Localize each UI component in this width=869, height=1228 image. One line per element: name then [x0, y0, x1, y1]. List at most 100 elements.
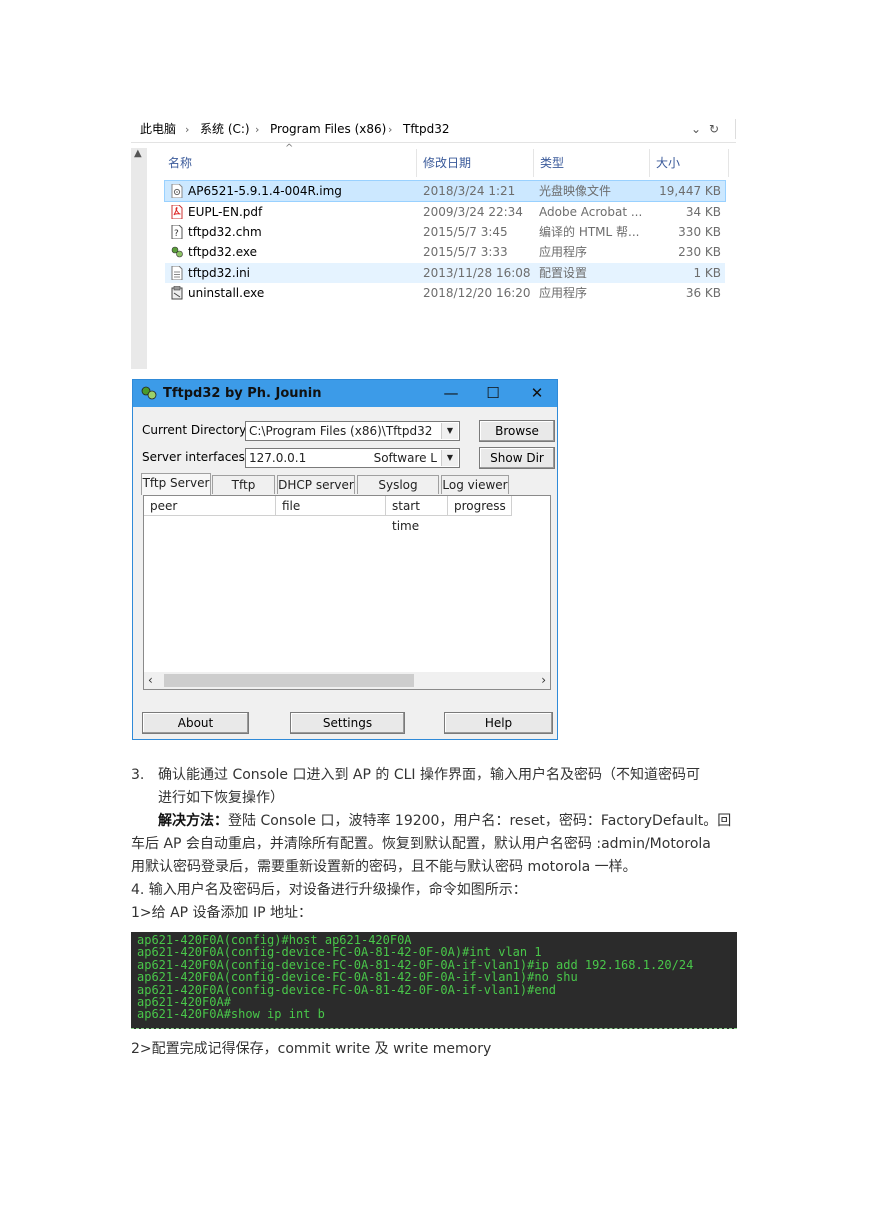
tftpd-app-icon	[141, 386, 157, 400]
file-name: AP6521-5.9.1.4-004R.img	[188, 184, 342, 198]
chevron-right-icon: ›	[185, 123, 190, 136]
chevron-right-icon: ›	[388, 123, 393, 136]
scrollbar-thumb[interactable]	[164, 674, 414, 687]
file-modified: 2015/5/7 3:33	[423, 245, 508, 259]
settings-button[interactable]: Settings	[290, 712, 405, 734]
breadcrumb-program-files[interactable]: Program Files (x86)	[270, 117, 386, 142]
dropdown-arrow-icon[interactable]: ▼	[441, 450, 458, 466]
current-directory-select[interactable]: C:\Program Files (x86)\Tftpd32 ▼	[245, 421, 460, 441]
file-type: 光盘映像文件	[539, 184, 612, 198]
server-interfaces-suffix: Software L	[373, 451, 437, 465]
file-modified: 2018/3/24 1:21	[423, 184, 516, 198]
scroll-up-icon[interactable]: ▲	[134, 148, 142, 159]
terminal-line: ap621-420F0A#show ip int b	[137, 1007, 325, 1022]
tftpd32-window: Tftpd32 by Ph. Jounin — ☐ ✕ Current Dire…	[132, 379, 558, 740]
file-modified: 2015/5/7 3:45	[423, 225, 508, 239]
help-button[interactable]: Help	[444, 712, 553, 734]
tab-tftp-server[interactable]: Tftp Server	[141, 473, 211, 495]
minimize-icon[interactable]: —	[436, 380, 466, 407]
file-row[interactable]: tftpd32.exe 2015/5/7 3:33 应用程序 230 KB	[165, 242, 725, 262]
file-modified: 2013/11/28 16:08	[423, 266, 531, 280]
window-title: Tftpd32 by Ph. Jounin	[163, 386, 322, 401]
uninstall-icon	[171, 286, 183, 300]
show-dir-button[interactable]: Show Dir	[479, 447, 555, 469]
breadcrumb-tftpd32[interactable]: Tftpd32	[403, 117, 450, 142]
solution-line1: 解决方法：登陆 Console 口，波特率 19200，用户名：reset，密码…	[158, 813, 732, 829]
file-explorer: 此电脑 › 系统 (C:) › Program Files (x86) › Tf…	[131, 117, 736, 369]
server-interfaces-value: 127.0.0.1	[249, 451, 307, 465]
file-type: Adobe Acrobat ...	[539, 205, 643, 219]
address-bar[interactable]: 此电脑 › 系统 (C:) › Program Files (x86) › Tf…	[131, 117, 736, 143]
step3-line2: 进行如下恢复操作）	[158, 790, 284, 806]
file-name: tftpd32.exe	[188, 245, 258, 259]
file-name: EUPL-EN.pdf	[188, 205, 263, 219]
file-size: 1 KB	[693, 266, 721, 280]
column-start-time[interactable]: start time	[386, 496, 448, 533]
breadcrumb-system-drive[interactable]: 系统 (C:)	[200, 117, 250, 142]
terminal-line: ap621-420F0A(config-device-FC-0A-81-42-0…	[137, 945, 542, 960]
column-progress[interactable]: progress	[448, 496, 512, 516]
tab-tftp-client[interactable]: Tftp Client	[212, 475, 275, 510]
file-row[interactable]: tftpd32.ini 2013/11/28 16:08 配置设置 1 KB	[165, 263, 725, 283]
chevron-down-icon[interactable]: ⌄	[691, 117, 701, 142]
step4-text: 4. 输入用户名及密码后，对设备进行升级操作，命令如图所示：	[131, 882, 527, 898]
server-interfaces-select[interactable]: 127.0.0.1 Software L ▼	[245, 448, 460, 468]
file-row[interactable]: EUPL-EN.pdf 2009/3/24 22:34 Adobe Acroba…	[165, 202, 725, 222]
column-type-header[interactable]: 类型	[540, 148, 564, 178]
current-directory-value: C:\Program Files (x86)\Tftpd32	[249, 424, 433, 438]
about-button[interactable]: About	[142, 712, 249, 734]
column-size-header[interactable]: 大小	[656, 148, 680, 178]
file-type: 应用程序	[539, 245, 588, 259]
breadcrumb-this-pc[interactable]: 此电脑	[140, 117, 176, 142]
pdf-icon	[171, 205, 183, 219]
substep1-text: 1>给 AP 设备添加 IP 地址：	[131, 905, 313, 921]
file-size: 19,447 KB	[659, 184, 721, 198]
column-file[interactable]: file	[276, 496, 386, 516]
file-type: 应用程序	[539, 286, 588, 300]
column-modified-header[interactable]: 修改日期	[423, 148, 471, 178]
server-interfaces-label: Server interfaces	[142, 450, 245, 464]
transfer-list[interactable]: peer file start time progress ‹ ›	[143, 495, 551, 690]
scroll-left-icon[interactable]: ‹	[148, 672, 153, 689]
solution-line3: 用默认密码登录后，需要重新设置新的密码，且不能与默认密码 motorola 一样…	[131, 859, 637, 875]
file-modified: 2009/3/24 22:34	[423, 205, 523, 219]
tab-log-viewer[interactable]: Log viewer	[441, 475, 509, 494]
column-name-header[interactable]: 名称	[168, 148, 192, 178]
settings-file-icon	[171, 266, 183, 280]
maximize-icon[interactable]: ☐	[478, 380, 508, 407]
step3-number: 3.	[131, 767, 145, 783]
app-icon	[171, 246, 183, 258]
file-type: 配置设置	[539, 266, 588, 280]
horizontal-scrollbar[interactable]: ‹ ›	[144, 672, 550, 689]
help-file-icon: ?	[171, 225, 183, 239]
tab-dhcp-server[interactable]: DHCP server	[277, 475, 355, 494]
browse-button[interactable]: Browse	[479, 420, 555, 442]
file-row[interactable]: ? tftpd32.chm 2015/5/7 3:45 编译的 HTML 帮..…	[165, 222, 725, 242]
step3-line1: 确认能通过 Console 口进入到 AP 的 CLI 操作界面，输入用户名及密…	[158, 767, 700, 783]
terminal-screenshot: ap621-420F0A(config)#host ap621-420F0A a…	[131, 932, 737, 1029]
solution-label: 解决方法：	[158, 813, 228, 829]
current-directory-label: Current Directory	[142, 423, 247, 437]
file-size: 34 KB	[685, 205, 721, 219]
substep2-text: 2>配置完成记得保存，commit write 及 write memory	[131, 1041, 492, 1057]
svg-text:?: ?	[174, 229, 179, 239]
file-size: 230 KB	[678, 245, 721, 259]
sort-ascending-icon: ^	[285, 143, 294, 154]
file-size: 330 KB	[678, 225, 721, 239]
scroll-right-icon[interactable]: ›	[541, 672, 546, 689]
title-bar[interactable]: Tftpd32 by Ph. Jounin — ☐ ✕	[133, 380, 557, 407]
file-row[interactable]: AP6521-5.9.1.4-004R.img 2018/3/24 1:21 光…	[164, 180, 726, 202]
tab-syslog-server[interactable]: Syslog server	[357, 475, 439, 510]
terminal-line: ap621-420F0A(config-device-FC-0A-81-42-0…	[137, 970, 578, 985]
file-name: tftpd32.ini	[188, 266, 251, 280]
file-size: 36 KB	[685, 286, 721, 300]
column-peer[interactable]: peer	[144, 496, 276, 516]
file-type: 编译的 HTML 帮...	[539, 225, 640, 239]
close-icon[interactable]: ✕	[522, 380, 552, 407]
solution-line2: 车后 AP 会自动重启，并清除所有配置。恢复到默认配置，默认用户名密码 :adm…	[131, 836, 711, 852]
chevron-right-icon: ›	[255, 123, 260, 136]
file-row[interactable]: uninstall.exe 2018/12/20 16:20 应用程序 36 K…	[165, 283, 725, 303]
dropdown-arrow-icon[interactable]: ▼	[441, 423, 458, 439]
refresh-icon[interactable]: ↻	[709, 117, 719, 142]
vertical-scrollbar[interactable]: ▲	[131, 148, 147, 369]
